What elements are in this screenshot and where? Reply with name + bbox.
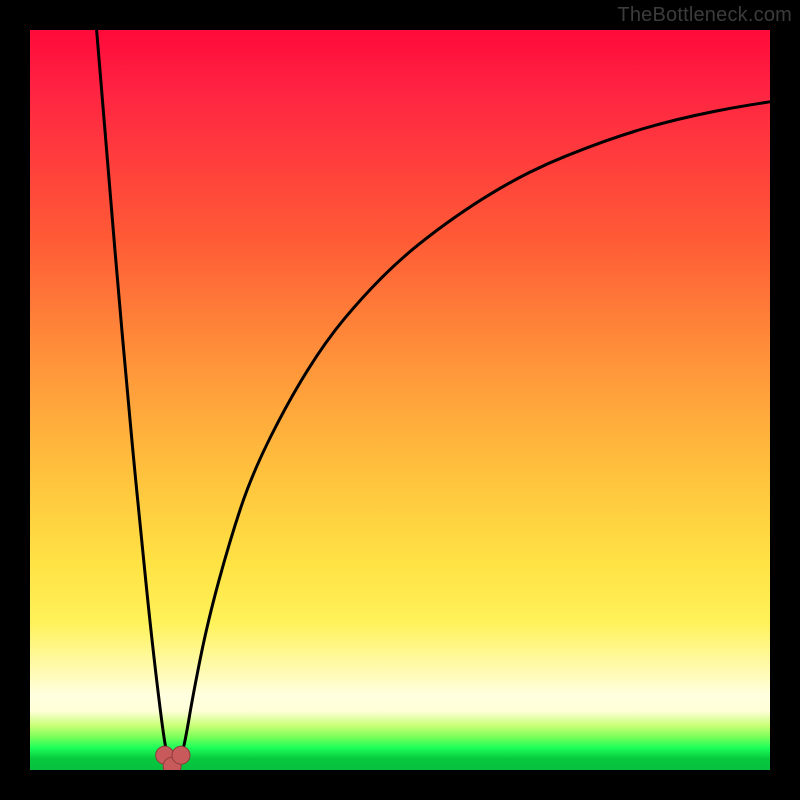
watermark-text: TheBottleneck.com (617, 4, 792, 27)
curve-right-branch (178, 102, 770, 770)
curve-left-branch (97, 30, 171, 770)
chart-frame: TheBottleneck.com (0, 0, 800, 800)
curves-layer (30, 30, 770, 770)
marker-min-right (172, 746, 190, 764)
min-markers (156, 746, 190, 770)
plot-area (30, 30, 770, 770)
